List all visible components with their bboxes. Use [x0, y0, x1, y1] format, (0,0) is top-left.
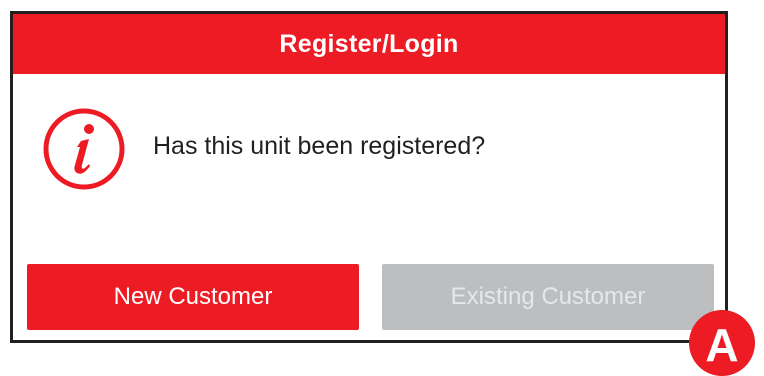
info-icon: [43, 108, 125, 190]
dialog-title-bar: Register/Login: [13, 14, 725, 74]
existing-customer-button[interactable]: Existing Customer: [382, 264, 714, 330]
screen: Register/Login Has this unit been regist…: [0, 0, 764, 376]
register-login-dialog: Register/Login Has this unit been regist…: [10, 11, 728, 343]
callout-badge: A: [689, 310, 755, 376]
new-customer-button[interactable]: New Customer: [27, 264, 359, 330]
dialog-title: Register/Login: [279, 29, 459, 58]
callout-label: A: [705, 319, 739, 371]
new-customer-label: New Customer: [113, 283, 273, 310]
existing-customer-label: Existing Customer: [450, 283, 646, 310]
dialog-message: Has this unit been registered?: [153, 132, 486, 160]
